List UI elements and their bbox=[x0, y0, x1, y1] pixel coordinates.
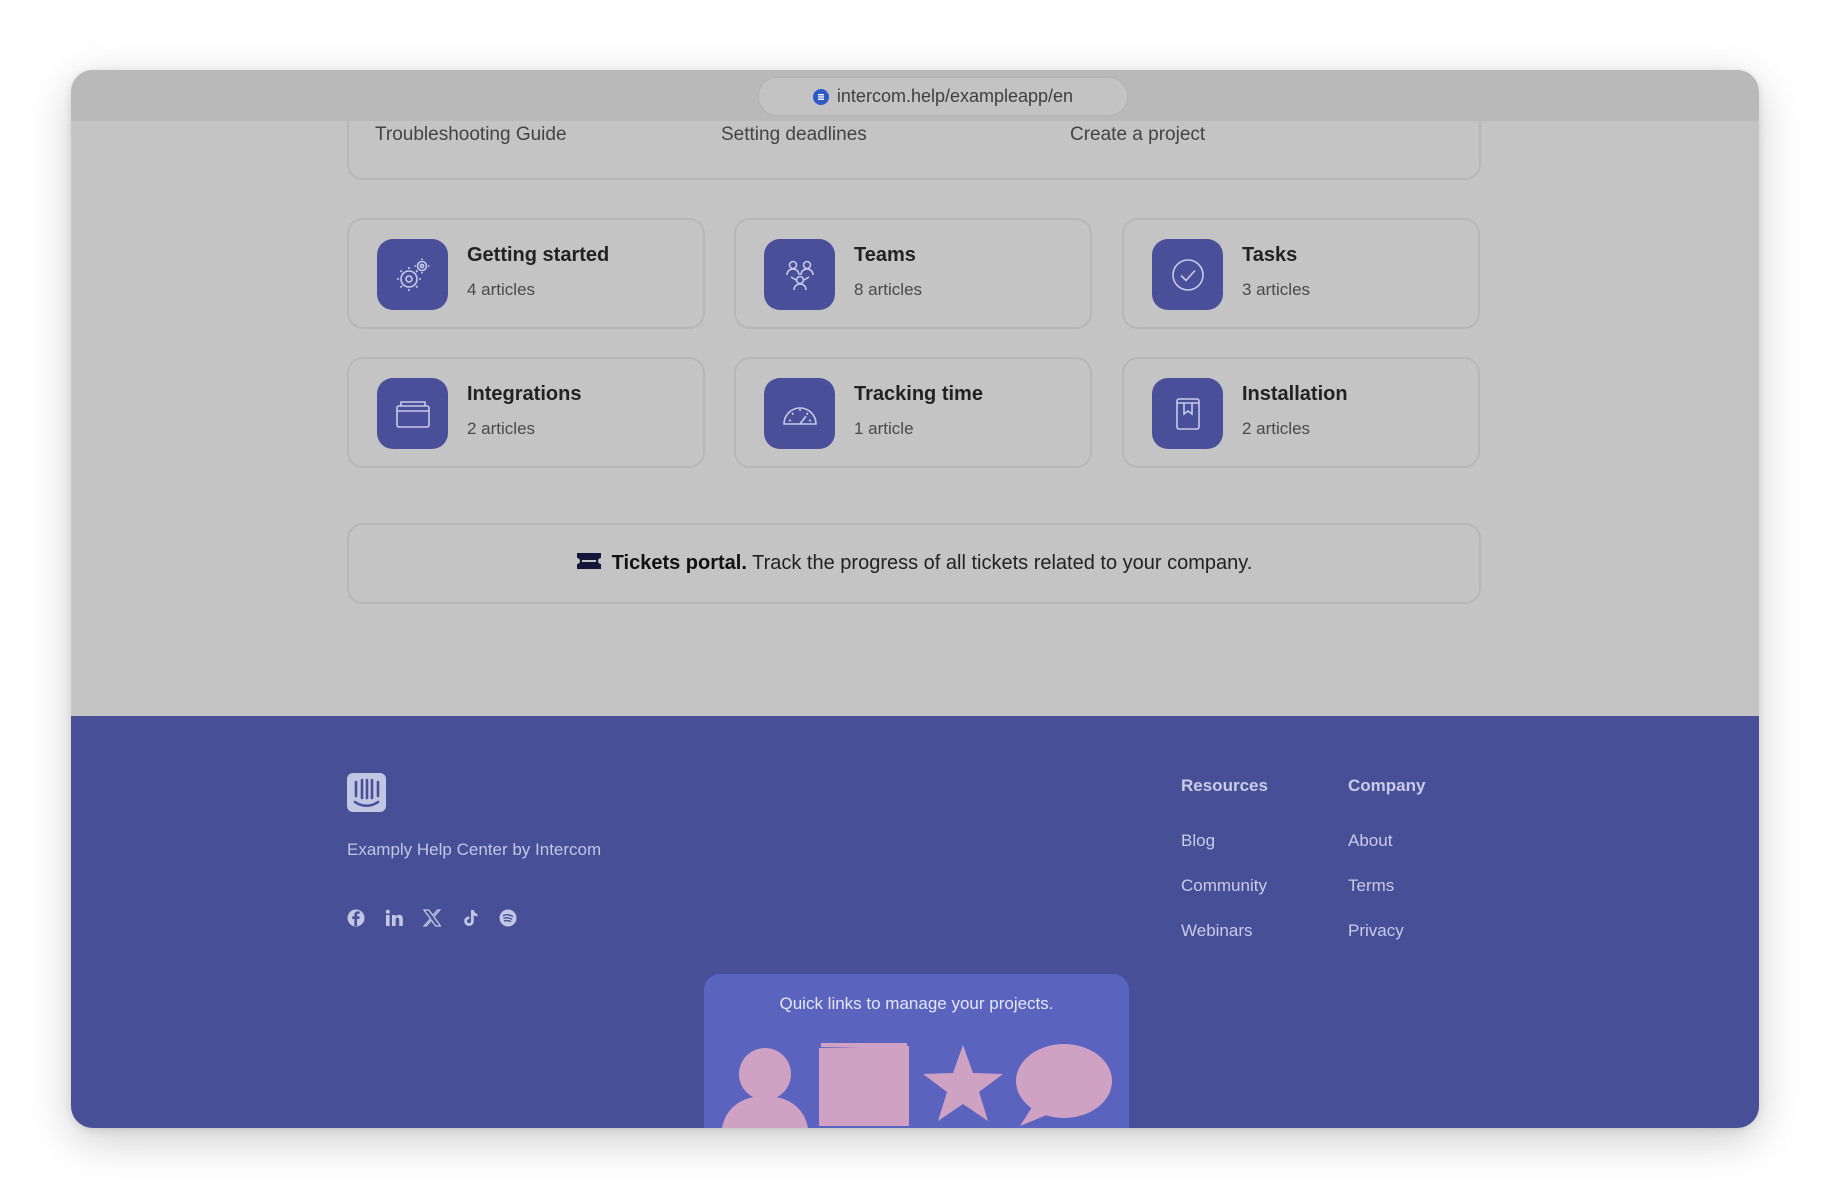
help-center-content: Troubleshooting Guide Setting deadlines … bbox=[71, 70, 1759, 716]
footer-link-webinars[interactable]: Webinars bbox=[1181, 921, 1253, 941]
footer-link-about[interactable]: About bbox=[1348, 831, 1392, 851]
social-links bbox=[347, 909, 517, 927]
footer-link-privacy[interactable]: Privacy bbox=[1348, 921, 1404, 941]
collection-card-tracking-time[interactable]: Tracking time 1 article bbox=[734, 357, 1092, 468]
address-url: intercom.help/exampleapp/en bbox=[836, 86, 1074, 106]
footer-link-terms[interactable]: Terms bbox=[1348, 876, 1394, 896]
team-icon bbox=[764, 239, 835, 310]
tickets-portal-description: Track the progress of all tickets relate… bbox=[752, 552, 1253, 574]
facebook-icon[interactable] bbox=[347, 909, 365, 927]
x-icon[interactable] bbox=[422, 909, 442, 927]
footer-tagline: Examply Help Center by Intercom bbox=[347, 840, 602, 859]
footer-company-heading: Company bbox=[1348, 776, 1426, 795]
collection-title: Getting started bbox=[467, 244, 610, 266]
collection-count: 8 articles bbox=[854, 280, 923, 299]
collection-card-tasks[interactable]: Tasks 3 articles bbox=[1122, 218, 1480, 329]
collection-card-teams[interactable]: Teams 8 articles bbox=[734, 218, 1092, 329]
promo-illustration bbox=[722, 1043, 1112, 1128]
site-footer: Examply Help Center by Intercom Resource… bbox=[71, 716, 1759, 1128]
quick-links-promo-card[interactable]: Quick links to manage your projects. bbox=[704, 974, 1129, 1128]
quick-link-troubleshooting[interactable]: Troubleshooting Guide bbox=[375, 124, 567, 146]
tickets-portal-title: Tickets portal. bbox=[611, 552, 747, 574]
speedometer-icon bbox=[764, 378, 835, 449]
spotify-icon[interactable] bbox=[499, 909, 517, 927]
site-favicon-icon bbox=[812, 88, 829, 105]
collection-card-getting-started[interactable]: Getting started 4 articles bbox=[347, 218, 705, 329]
ticket-icon bbox=[576, 551, 602, 577]
collection-title: Integrations bbox=[467, 383, 582, 405]
tickets-portal-banner[interactable]: Tickets portal. Track the progress of al… bbox=[347, 523, 1481, 604]
gears-icon bbox=[377, 239, 448, 310]
bookmark-icon bbox=[1152, 378, 1223, 449]
collection-title: Teams bbox=[854, 244, 916, 266]
footer-resources-heading: Resources bbox=[1181, 776, 1268, 795]
quick-link-create-project[interactable]: Create a project bbox=[1070, 124, 1205, 146]
intercom-logo-icon[interactable] bbox=[347, 773, 386, 817]
collection-count: 4 articles bbox=[467, 280, 536, 299]
collection-card-installation[interactable]: Installation 2 articles bbox=[1122, 357, 1480, 468]
tiktok-icon[interactable] bbox=[461, 909, 479, 927]
collection-count: 3 articles bbox=[1242, 280, 1311, 299]
footer-link-community[interactable]: Community bbox=[1181, 876, 1267, 896]
check-circle-icon bbox=[1152, 239, 1223, 310]
collection-count: 1 article bbox=[854, 419, 914, 438]
browser-toolbar: intercom.help/exampleapp/en bbox=[71, 70, 1759, 121]
browser-window: intercom.help/exampleapp/en Troubleshoot… bbox=[71, 70, 1759, 1128]
collection-card-integrations[interactable]: Integrations 2 articles bbox=[347, 357, 705, 468]
collection-title: Tasks bbox=[1242, 244, 1298, 266]
collection-count: 2 articles bbox=[467, 419, 536, 438]
folder-icon bbox=[377, 378, 448, 449]
linkedin-icon[interactable] bbox=[385, 909, 403, 927]
collection-count: 2 articles bbox=[1242, 419, 1311, 438]
address-bar[interactable]: intercom.help/exampleapp/en bbox=[758, 77, 1128, 116]
quick-link-setting-deadlines[interactable]: Setting deadlines bbox=[721, 124, 867, 146]
collection-title: Tracking time bbox=[854, 383, 983, 405]
collection-title: Installation bbox=[1242, 383, 1348, 405]
footer-link-blog[interactable]: Blog bbox=[1181, 831, 1215, 851]
